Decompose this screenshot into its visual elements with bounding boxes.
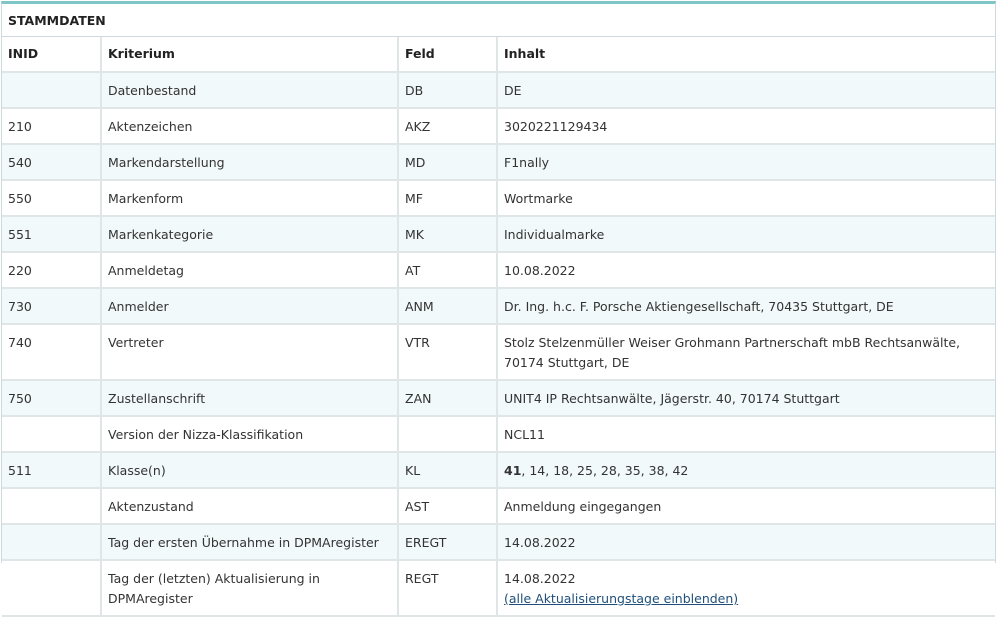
column-header-inhalt: Inhalt	[498, 37, 995, 73]
cell-feld: VTR	[399, 325, 498, 381]
cell-inid	[2, 489, 102, 525]
cell-kriterium: Aktenzeichen	[102, 109, 399, 145]
cell-kriterium: Aktenzustand	[102, 489, 399, 525]
table-row: Aktenzustand AST Anmeldung eingegangen	[2, 489, 995, 525]
table-row: 551 Markenkategorie MK Individualmarke	[2, 217, 995, 253]
table-row: 750 Zustellanschrift ZAN UNIT4 IP Rechts…	[2, 381, 995, 417]
cell-feld: MK	[399, 217, 498, 253]
cell-inhalt: Anmeldung eingegangen	[498, 489, 995, 525]
cell-feld: MD	[399, 145, 498, 181]
cell-inid	[2, 417, 102, 453]
column-header-feld: Feld	[399, 37, 498, 73]
cell-inhalt: UNIT4 IP Rechtsanwälte, Jägerstr. 40, 70…	[498, 381, 995, 417]
cell-feld: KL	[399, 453, 498, 489]
cell-inid: 750	[2, 381, 102, 417]
table-row: 540 Markendarstellung MD F1nally	[2, 145, 995, 181]
cell-inid	[2, 73, 102, 109]
cell-inhalt: 41, 14, 18, 25, 28, 35, 38, 42	[498, 453, 995, 489]
cell-inid: 210	[2, 109, 102, 145]
panel-title: STAMMDATEN	[2, 4, 995, 37]
cell-kriterium: Markendarstellung	[102, 145, 399, 181]
cell-inid: 730	[2, 289, 102, 325]
show-all-update-days-link[interactable]: (alle Aktualisierungstage einblenden)	[504, 591, 738, 606]
cell-inhalt: 10.08.2022	[498, 253, 995, 289]
cell-inhalt: NCL11	[498, 417, 995, 453]
cell-kriterium: Tag der ersten Übernahme in DPMAregister	[102, 525, 399, 561]
table-row: 220 Anmeldetag AT 10.08.2022	[2, 253, 995, 289]
cell-kriterium: Datenbestand	[102, 73, 399, 109]
cell-kriterium: Anmeldetag	[102, 253, 399, 289]
cell-kriterium: Markenform	[102, 181, 399, 217]
cell-inid: 540	[2, 145, 102, 181]
primary-class: 41	[504, 463, 522, 478]
cell-feld: EREGT	[399, 525, 498, 561]
column-header-inid: INID	[2, 37, 102, 73]
cell-kriterium: Markenkategorie	[102, 217, 399, 253]
cell-inhalt: Stolz Stelzenmüller Weiser Grohmann Part…	[498, 325, 995, 381]
cell-feld: REGT	[399, 561, 498, 617]
cell-inid: 220	[2, 253, 102, 289]
cell-inhalt: F1nally	[498, 145, 995, 181]
cell-kriterium: Version der Nizza-Klassifikation	[102, 417, 399, 453]
table-row: 511 Klasse(n) KL 41, 14, 18, 25, 28, 35,…	[2, 453, 995, 489]
cell-kriterium: Anmelder	[102, 289, 399, 325]
cell-inid: 511	[2, 453, 102, 489]
cell-feld: AKZ	[399, 109, 498, 145]
cell-feld: ANM	[399, 289, 498, 325]
update-date: 14.08.2022	[504, 571, 576, 586]
cell-inhalt: 14.08.2022 (alle Aktualisierungstage einb…	[498, 561, 995, 617]
cell-inhalt: Individualmarke	[498, 217, 995, 253]
cell-feld: MF	[399, 181, 498, 217]
cell-inhalt: Wortmarke	[498, 181, 995, 217]
table-header-row: INID Kriterium Feld Inhalt	[2, 37, 995, 73]
table-row: 730 Anmelder ANM Dr. Ing. h.c. F. Porsch…	[2, 289, 995, 325]
cell-feld	[399, 417, 498, 453]
table-row: Tag der (letzten) Aktualisierung in DPMA…	[2, 561, 995, 617]
cell-inhalt: Dr. Ing. h.c. F. Porsche Aktiengesellsch…	[498, 289, 995, 325]
cell-inhalt: 14.08.2022	[498, 525, 995, 561]
stammdaten-panel: STAMMDATEN INID Kriterium Feld Inhalt Da…	[1, 1, 996, 617]
table-row: 210 Aktenzeichen AKZ 3020221129434	[2, 109, 995, 145]
cell-kriterium: Zustellanschrift	[102, 381, 399, 417]
cell-feld: DB	[399, 73, 498, 109]
other-classes: , 14, 18, 25, 28, 35, 38, 42	[521, 463, 689, 478]
cell-feld: ZAN	[399, 381, 498, 417]
table-row: Datenbestand DB DE	[2, 73, 995, 109]
cell-feld: AT	[399, 253, 498, 289]
cell-inid: 740	[2, 325, 102, 381]
cell-inid	[2, 525, 102, 561]
table-row: Tag der ersten Übernahme in DPMAregister…	[2, 525, 995, 561]
cell-kriterium: Vertreter	[102, 325, 399, 381]
cell-inid: 551	[2, 217, 102, 253]
cell-kriterium: Tag der (letzten) Aktualisierung in DPMA…	[102, 561, 399, 617]
cell-inid: 550	[2, 181, 102, 217]
table-row: 550 Markenform MF Wortmarke	[2, 181, 995, 217]
column-header-kriterium: Kriterium	[102, 37, 399, 73]
stammdaten-table: INID Kriterium Feld Inhalt Datenbestand …	[2, 37, 995, 617]
table-row: Version der Nizza-Klassifikation NCL11	[2, 417, 995, 453]
cell-inid	[2, 561, 102, 617]
cell-feld: AST	[399, 489, 498, 525]
cell-inhalt: DE	[498, 73, 995, 109]
cell-inhalt: 3020221129434	[498, 109, 995, 145]
table-row: 740 Vertreter VTR Stolz Stelzenmüller We…	[2, 325, 995, 381]
cell-kriterium: Klasse(n)	[102, 453, 399, 489]
